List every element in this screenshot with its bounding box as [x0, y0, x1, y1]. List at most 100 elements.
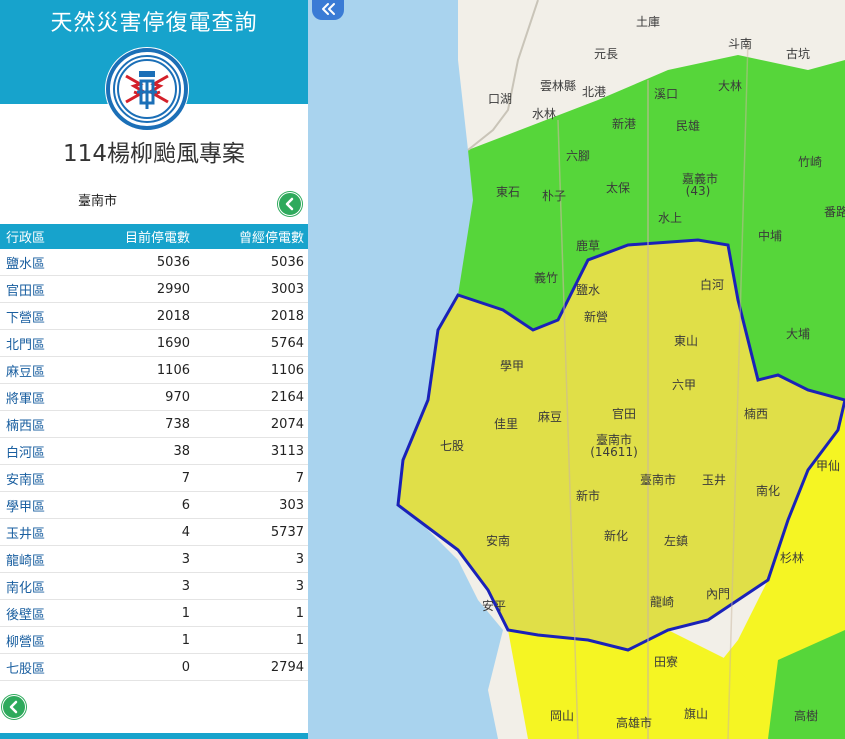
current-outage-cell: 7 — [96, 464, 190, 492]
map-place-label: 水上 — [658, 211, 682, 225]
district-cell: 麻豆區 — [0, 356, 96, 384]
district-cell: 官田區 — [0, 275, 96, 303]
table-row[interactable]: 龍崎區 3 3 — [0, 545, 308, 573]
ever-outage-cell: 3 — [190, 572, 308, 600]
map-place-label: 七股 — [440, 439, 464, 453]
table-row[interactable]: 玉井區 4 5737 — [0, 518, 308, 546]
map-place-label: 新港 — [612, 116, 636, 131]
current-outage-cell: 6 — [96, 491, 190, 519]
map-place-label: 番路 — [824, 204, 845, 219]
map-place-label: 田寮 — [654, 654, 678, 669]
current-outage-cell: 0 — [96, 653, 190, 681]
map-place-label: 左鎮 — [664, 533, 688, 548]
map-place-label: 溪口 — [654, 87, 678, 101]
map-place-label: 鹽水 — [576, 282, 600, 297]
current-outage-cell: 3 — [96, 572, 190, 600]
table-row[interactable]: 將軍區 970 2164 — [0, 383, 308, 411]
map-place-label: 高樹 — [794, 708, 818, 723]
table-row[interactable]: 七股區 0 2794 — [0, 653, 308, 681]
table-row[interactable]: 鹽水區 5036 5036 — [0, 249, 308, 276]
district-cell: 南化區 — [0, 572, 96, 600]
map-place-label: 六甲 — [672, 378, 696, 392]
current-outage-cell: 38 — [96, 437, 190, 465]
ever-outage-cell: 3 — [190, 545, 308, 573]
current-outage-cell: 1106 — [96, 356, 190, 384]
current-outage-cell: 3 — [96, 545, 190, 573]
current-outage-cell: 5036 — [96, 249, 190, 276]
current-outage-cell: 738 — [96, 410, 190, 438]
ever-outage-cell: 7 — [190, 464, 308, 492]
map-place-label: 臺南市 — [640, 472, 676, 487]
district-cell: 柳營區 — [0, 626, 96, 654]
table-row[interactable]: 下營區 2018 2018 — [0, 302, 308, 330]
district-cell: 七股區 — [0, 653, 96, 681]
map-place-label: 朴子 — [542, 188, 566, 203]
district-cell: 後壁區 — [0, 599, 96, 627]
map-place-label: 新化 — [604, 528, 628, 543]
district-cell: 安南區 — [0, 464, 96, 492]
map-place-label: 斗南 — [728, 36, 752, 51]
map-place-label: 官田 — [612, 406, 636, 421]
tainan-outage-count: (14611) — [590, 445, 638, 459]
ever-outage-cell: 2074 — [190, 410, 308, 438]
double-chevron-left-icon — [322, 3, 335, 15]
table-row[interactable]: 北門區 1690 5764 — [0, 329, 308, 357]
map-place-label: 內門 — [706, 587, 730, 601]
table-row[interactable]: 麻豆區 1106 1106 — [0, 356, 308, 384]
map-place-label: 土庫 — [636, 15, 660, 29]
table-row[interactable]: 南化區 3 3 — [0, 572, 308, 600]
ever-outage-cell: 1 — [190, 626, 308, 654]
table-row[interactable]: 楠西區 738 2074 — [0, 410, 308, 438]
district-cell: 白河區 — [0, 437, 96, 465]
ever-outage-cell: 303 — [190, 491, 308, 519]
map-place-label: 麻豆 — [538, 409, 562, 424]
ever-outage-cell: 3003 — [190, 275, 308, 303]
map-place-label: 口湖 — [488, 91, 512, 106]
district-cell: 玉井區 — [0, 518, 96, 546]
map-place-label: 中埔 — [758, 228, 782, 243]
map-place-label: 龍崎 — [650, 594, 674, 609]
current-outage-cell: 2018 — [96, 302, 190, 330]
current-outage-cell: 1 — [96, 626, 190, 654]
district-cell: 將軍區 — [0, 383, 96, 411]
column-header-ever[interactable]: 曾經停電數 — [190, 224, 308, 249]
column-header-district[interactable]: 行政區 — [0, 224, 96, 249]
map-place-label: 六腳 — [566, 149, 590, 163]
map-place-label: 岡山 — [550, 709, 574, 723]
chevron-left-icon — [9, 700, 18, 714]
chiayi-outage-count: (43) — [686, 184, 711, 198]
ever-outage-cell: 2794 — [190, 653, 308, 681]
back-button-bottom[interactable] — [2, 695, 26, 719]
map-place-label: 甲仙 — [816, 459, 840, 473]
table-row[interactable]: 白河區 38 3113 — [0, 437, 308, 465]
map-place-label: 太保 — [606, 180, 630, 195]
back-button[interactable] — [278, 192, 302, 216]
city-label: 臺南市 — [78, 194, 118, 209]
district-cell: 北門區 — [0, 329, 96, 357]
district-cell: 鹽水區 — [0, 249, 96, 276]
project-title: 114楊柳颱風專案 — [63, 141, 245, 167]
map-place-label: 古坑 — [786, 46, 810, 61]
map-place-label: 東石 — [496, 185, 520, 199]
column-header-current[interactable]: 目前停電數 — [96, 224, 190, 249]
map-place-label: 元長 — [594, 47, 618, 61]
collapse-sidebar-button[interactable] — [312, 0, 344, 20]
map-place-label: 東山 — [674, 334, 698, 348]
table-row[interactable]: 學甲區 6 303 — [0, 491, 308, 519]
table-row[interactable]: 官田區 2990 3003 — [0, 275, 308, 303]
current-outage-cell: 1690 — [96, 329, 190, 357]
map-place-label: 杉林 — [780, 551, 804, 565]
ever-outage-cell: 5737 — [190, 518, 308, 546]
map-place-label: 南化 — [756, 483, 780, 498]
taipower-logo — [104, 46, 190, 132]
table-row[interactable]: 安南區 7 7 — [0, 464, 308, 492]
table-row[interactable]: 柳營區 1 1 — [0, 626, 308, 654]
map-place-label: 竹崎 — [798, 155, 822, 169]
map-place-label: 大埔 — [786, 327, 810, 341]
table-row[interactable]: 後壁區 1 1 — [0, 599, 308, 627]
ever-outage-cell: 1 — [190, 599, 308, 627]
bottom-bar — [0, 733, 308, 739]
map-view[interactable]: 土庫 斗南 古坑 元長 雲林縣 北港 口湖 水林 溪口 大林 民雄 新港 六腳 竹崎 東石 朴子 太保 嘉義市 水上… — [308, 0, 845, 739]
current-outage-cell: 2990 — [96, 275, 190, 303]
district-cell: 龍崎區 — [0, 545, 96, 573]
